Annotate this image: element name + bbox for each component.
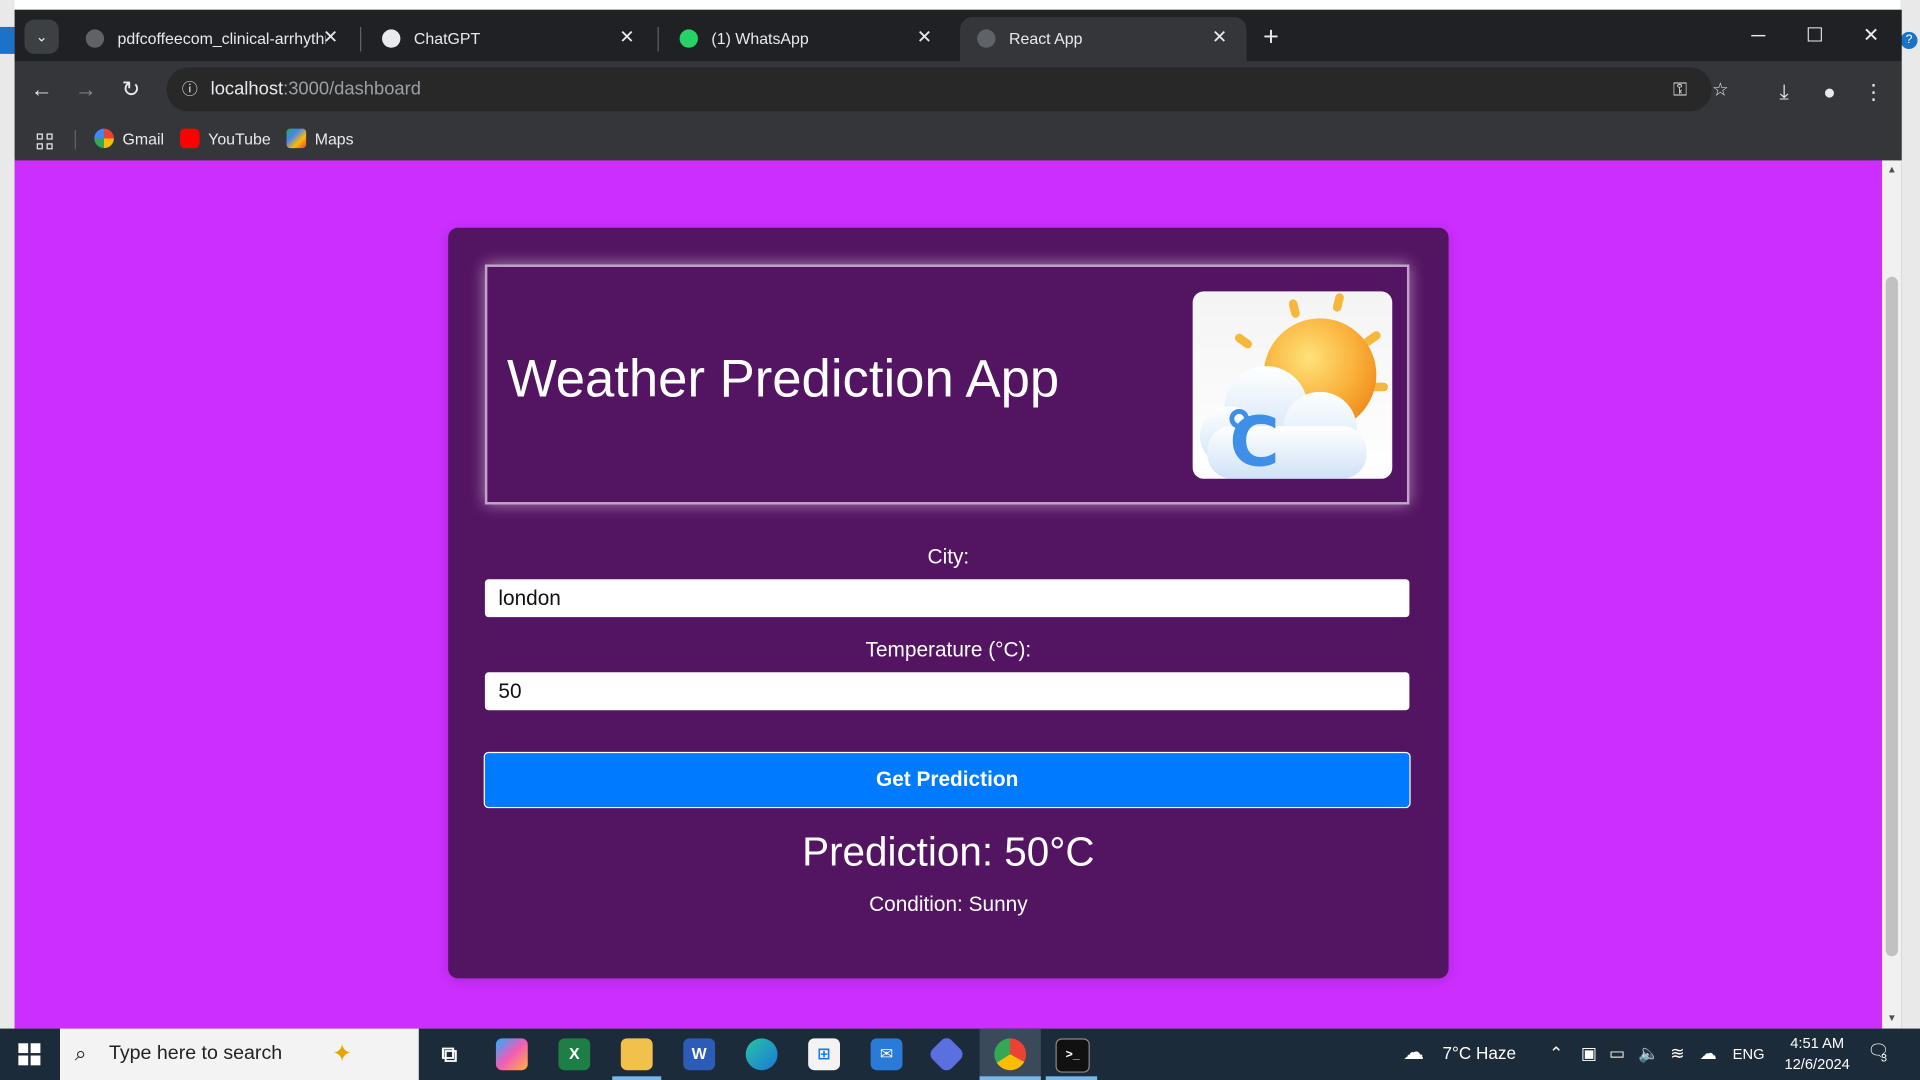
tab-react-app[interactable]: React App ✕ [960, 17, 1247, 62]
tab-search-chevron-icon[interactable]: ⌄ [24, 19, 59, 54]
desktop-edge-left [0, 0, 15, 1029]
globe-icon [977, 29, 996, 48]
desktop-edge-right: ? [1900, 0, 1920, 1029]
globe-icon [85, 29, 105, 48]
bing-icon[interactable] [927, 1035, 966, 1074]
site-info-icon[interactable]: ⓘ [176, 76, 203, 103]
city-input[interactable]: london [484, 579, 1410, 618]
close-tab-icon[interactable]: ✕ [615, 26, 639, 50]
tab-chatgpt[interactable]: ChatGPT ✕ [365, 17, 654, 61]
temperature-input[interactable]: 50 [484, 672, 1410, 711]
tab-strip: ⌄ pdfcoffeecom_clinical-arrhythm ✕ ChatG… [14, 9, 1902, 62]
notification-center-icon[interactable]: 🗨 3 [1867, 1041, 1891, 1065]
mail-icon[interactable]: ✉ [870, 1038, 903, 1071]
reload-icon[interactable]: ↻ [113, 71, 150, 108]
download-icon[interactable]: ⤓ [1769, 78, 1798, 107]
bookmark-gmail[interactable]: Gmail [94, 127, 164, 151]
tab-whatsapp[interactable]: (1) WhatsApp ✕ [662, 17, 951, 61]
battery-icon[interactable]: ▭ [1609, 1043, 1625, 1064]
youtube-icon [180, 128, 200, 149]
bookmarks-bar: Gmail YouTube Maps [14, 117, 1902, 160]
temperature-label: Temperature (°C): [865, 637, 1032, 662]
whatsapp-icon [679, 29, 698, 48]
tab-title: pdfcoffeecom_clinical-arrhythm [117, 29, 326, 48]
search-placeholder: Type here to search [108, 1043, 283, 1065]
condition-text: Condition: Sunny [869, 892, 1028, 916]
notification-count: 3 [1880, 1051, 1887, 1065]
clock-time: 4:51 AM [1790, 1034, 1845, 1052]
scrollbar-thumb[interactable] [1885, 276, 1898, 957]
url-text[interactable]: localhost:3000/dashboard [211, 78, 421, 99]
menu-dots-icon[interactable]: ⋮ [1859, 78, 1888, 107]
scroll-up-arrow-icon[interactable]: ▲ [1882, 160, 1902, 180]
edge-icon[interactable] [745, 1038, 778, 1071]
weather-haze-icon[interactable]: ☁ [1403, 1041, 1424, 1065]
weather-card: Weather Prediction App C City: london Te… [448, 227, 1449, 979]
onedrive-icon[interactable]: ☁ [1700, 1043, 1717, 1064]
apps-grid-icon[interactable] [36, 133, 54, 150]
new-tab-button[interactable]: + [1255, 21, 1287, 54]
city-label: City: [927, 544, 970, 569]
forward-arrow-icon[interactable]: → [67, 71, 104, 108]
get-prediction-button[interactable]: Get Prediction [483, 751, 1411, 809]
meet-now-icon[interactable]: ▣ [1581, 1043, 1597, 1064]
tab-title: React App [1008, 29, 1083, 48]
weather-sun-cloud-icon: C [1192, 291, 1393, 479]
taskbar-weather[interactable]: 7°C Haze [1442, 1043, 1516, 1063]
language-indicator[interactable]: ENG [1733, 1046, 1765, 1063]
copilot-icon[interactable] [495, 1038, 528, 1071]
browser-toolbar: ← → ↻ ⓘ localhost:3000/dashboard ⚿ ☆ ⤓ ●… [14, 61, 1902, 118]
windows-taskbar: ⌕ Type here to search ✦ ⧉ X W ⊞ ✉ >_ ☁ 7… [0, 1028, 1920, 1080]
google-icon [94, 128, 114, 149]
browser-window: ⌄ pdfcoffeecom_clinical-arrhythm ✕ ChatG… [14, 9, 1902, 1029]
bookmark-maps[interactable]: Maps [286, 127, 354, 151]
tab-title: ChatGPT [413, 29, 481, 48]
bookmark-youtube[interactable]: YouTube [180, 127, 271, 151]
scroll-down-arrow-icon[interactable]: ▼ [1882, 1009, 1902, 1029]
copilot-sparkle-icon: ✦ [331, 1040, 353, 1068]
microsoft-store-icon[interactable]: ⊞ [808, 1038, 841, 1071]
password-key-icon[interactable]: ⚿ [1667, 77, 1694, 104]
page-scrollbar[interactable]: ▲ ▼ [1882, 160, 1902, 1029]
taskbar-search-box[interactable]: ⌕ Type here to search ✦ [60, 1028, 419, 1080]
task-view-icon[interactable]: ⧉ [433, 1038, 465, 1070]
page-title: Weather Prediction App [506, 350, 1060, 409]
maps-icon [286, 128, 307, 149]
taskbar-clock[interactable]: 4:51 AM 12/6/2024 [1774, 1033, 1860, 1075]
windows-start-icon[interactable] [18, 1043, 41, 1066]
close-tab-icon[interactable]: ✕ [912, 26, 936, 50]
tab-title: (1) WhatsApp [711, 29, 809, 48]
close-tab-icon[interactable]: ✕ [1207, 26, 1231, 50]
maximize-button[interactable]: ☐ [1787, 20, 1843, 54]
chrome-icon[interactable] [994, 1038, 1027, 1071]
file-explorer-icon[interactable] [620, 1038, 653, 1071]
back-arrow-icon[interactable]: ← [23, 71, 60, 108]
page-viewport: Weather Prediction App C City: london Te… [14, 160, 1883, 1029]
excel-icon[interactable]: X [558, 1038, 591, 1071]
volume-icon[interactable]: 🔈 [1638, 1043, 1659, 1064]
help-icon[interactable]: ? [1900, 31, 1918, 49]
chatgpt-icon [382, 29, 401, 48]
clock-date: 12/6/2024 [1784, 1055, 1850, 1073]
wifi-icon[interactable]: ≋ [1670, 1043, 1684, 1064]
terminal-icon[interactable]: >_ [1055, 1038, 1090, 1073]
app-header: Weather Prediction App C [484, 264, 1410, 505]
close-window-button[interactable]: ✕ [1843, 20, 1899, 54]
bookmark-star-icon[interactable]: ☆ [1707, 77, 1734, 104]
word-icon[interactable]: W [683, 1038, 716, 1071]
tab-pdfcoffee[interactable]: pdfcoffeecom_clinical-arrhythm ✕ [69, 17, 358, 61]
search-icon: ⌕ [74, 1042, 87, 1066]
profile-icon[interactable]: ● [1815, 78, 1844, 107]
address-bar[interactable]: ⓘ localhost:3000/dashboard ⚿ ☆ [166, 67, 1729, 112]
close-tab-icon[interactable]: ✕ [318, 26, 342, 50]
minimize-button[interactable]: ─ [1730, 20, 1786, 54]
prediction-result: Prediction: 50°C [802, 828, 1095, 875]
tray-chevron-up-icon[interactable]: ⌃ [1549, 1043, 1563, 1064]
